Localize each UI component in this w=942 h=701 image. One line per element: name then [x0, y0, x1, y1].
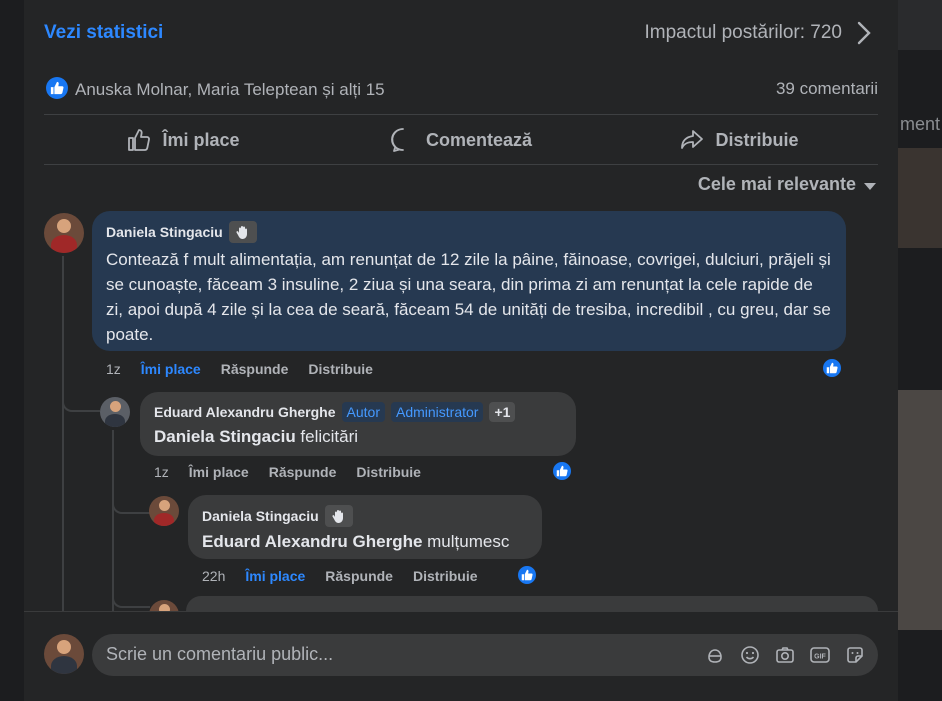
- mention-link[interactable]: Eduard Alexandru Gherghe: [202, 532, 422, 551]
- waving-hand-badge-icon[interactable]: [324, 505, 353, 527]
- share-button-label: Distribuie: [715, 129, 799, 150]
- comment-text: Contează f mult alimentația, am renunțat…: [106, 250, 831, 344]
- reaction-names[interactable]: Anuska Molnar, Maria Teleptean și alți 1…: [75, 80, 385, 100]
- svg-text:GIF: GIF: [814, 653, 826, 660]
- divider: [44, 164, 878, 165]
- comment-like-link[interactable]: Îmi place: [189, 464, 249, 480]
- more-tags-badge[interactable]: +1: [489, 402, 516, 422]
- chevron-right-icon[interactable]: [854, 20, 874, 46]
- post-impact-text[interactable]: Impactul postărilor: 720: [645, 22, 843, 44]
- comment-text: mulțumesc: [422, 532, 510, 551]
- like-reaction-icon[interactable]: [46, 77, 68, 99]
- comment-composer-bar: Scrie un comentariu public... GIF: [24, 611, 898, 701]
- thread-elbow: [112, 580, 150, 608]
- thread-elbow: [112, 490, 150, 514]
- sort-dropdown[interactable]: Cele mai relevante: [698, 174, 876, 195]
- comment-author[interactable]: Daniela Stingaciu: [202, 508, 319, 524]
- like-reaction-icon[interactable]: [516, 564, 538, 586]
- thread-elbow: [62, 388, 100, 412]
- waving-hand-badge-icon[interactable]: [228, 221, 257, 243]
- post-comments-panel: Vezi statistici Impactul postărilor: 720…: [24, 0, 898, 701]
- background-page-left: [0, 0, 24, 701]
- comment-time[interactable]: 22h: [202, 568, 225, 584]
- comment-like-link[interactable]: Îmi place: [245, 568, 305, 584]
- background-text: ment: [900, 114, 941, 134]
- comment-reply-link[interactable]: Răspunde: [325, 568, 393, 584]
- like-reaction-icon[interactable]: [821, 357, 843, 379]
- comment-text: felicitări: [295, 427, 359, 446]
- mention-link[interactable]: Daniela Stingaciu: [154, 427, 296, 446]
- comment-share-link[interactable]: Distribuie: [356, 464, 421, 480]
- comment-meta: 22h Îmi place Răspunde Distribuie: [202, 568, 478, 584]
- view-stats-link[interactable]: Vezi statistici: [44, 22, 163, 44]
- background-page-right: ment: [898, 0, 942, 701]
- share-button[interactable]: Distribuie: [600, 116, 878, 164]
- divider: [44, 114, 878, 115]
- thread-line: [62, 256, 64, 616]
- avatar[interactable]: [44, 213, 84, 253]
- comment-button[interactable]: Comentează: [322, 116, 600, 164]
- thumbs-up-icon: [128, 129, 151, 151]
- share-arrow-icon: [681, 130, 704, 149]
- gif-icon[interactable]: GIF: [808, 643, 831, 666]
- reply-bubble: Daniela Stingaciu Eduard Alexandru Gherg…: [188, 495, 542, 559]
- camera-icon[interactable]: [773, 643, 796, 666]
- comment-meta: 1z Îmi place Răspunde Distribuie: [154, 464, 421, 480]
- comment-time[interactable]: 1z: [154, 464, 169, 480]
- comment-input[interactable]: Scrie un comentariu public... GIF: [92, 634, 878, 676]
- admin-tag: Administrator: [390, 402, 484, 422]
- avatar-sticker-icon[interactable]: [703, 643, 726, 666]
- avatar[interactable]: [100, 397, 130, 427]
- comment-meta: 1z Îmi place Răspunde Distribuie: [106, 361, 373, 377]
- post-actions: Îmi place Comentează Distribuie: [44, 116, 878, 164]
- sort-label: Cele mai relevante: [697, 174, 856, 194]
- comment-author[interactable]: Eduard Alexandru Gherghe: [154, 404, 336, 420]
- like-reaction-icon[interactable]: [551, 460, 573, 482]
- emoji-icon[interactable]: [738, 643, 761, 666]
- author-tag: Autor: [341, 402, 385, 422]
- comment-input-placeholder: Scrie un comentariu public...: [106, 644, 334, 664]
- comment-button-label: Comentează: [425, 129, 533, 150]
- sticker-icon[interactable]: [843, 643, 866, 666]
- comment-time[interactable]: 1z: [106, 361, 121, 377]
- like-button-label: Îmi place: [162, 129, 240, 150]
- reactions-row: Anuska Molnar, Maria Teleptean și alți 1…: [44, 76, 878, 102]
- comment-reply-link[interactable]: Răspunde: [221, 361, 289, 377]
- caret-down-icon: [864, 182, 876, 190]
- stats-row: Vezi statistici Impactul postărilor: 720: [44, 20, 878, 48]
- comment-bubble-icon: [391, 128, 404, 152]
- comment-share-link[interactable]: Distribuie: [413, 568, 478, 584]
- reply-bubble: Eduard Alexandru Gherghe Autor Administr…: [140, 392, 576, 456]
- comment-share-link[interactable]: Distribuie: [308, 361, 373, 377]
- comments-count[interactable]: 39 comentarii: [776, 79, 878, 99]
- comment-author[interactable]: Daniela Stingaciu: [106, 224, 223, 240]
- avatar[interactable]: [44, 634, 84, 674]
- avatar[interactable]: [149, 496, 179, 526]
- like-button[interactable]: Îmi place: [44, 116, 322, 164]
- comment-reply-link[interactable]: Răspunde: [269, 464, 337, 480]
- comment-like-link[interactable]: Îmi place: [141, 361, 201, 377]
- comment-bubble: Daniela Stingaciu Contează f mult alimen…: [92, 211, 846, 351]
